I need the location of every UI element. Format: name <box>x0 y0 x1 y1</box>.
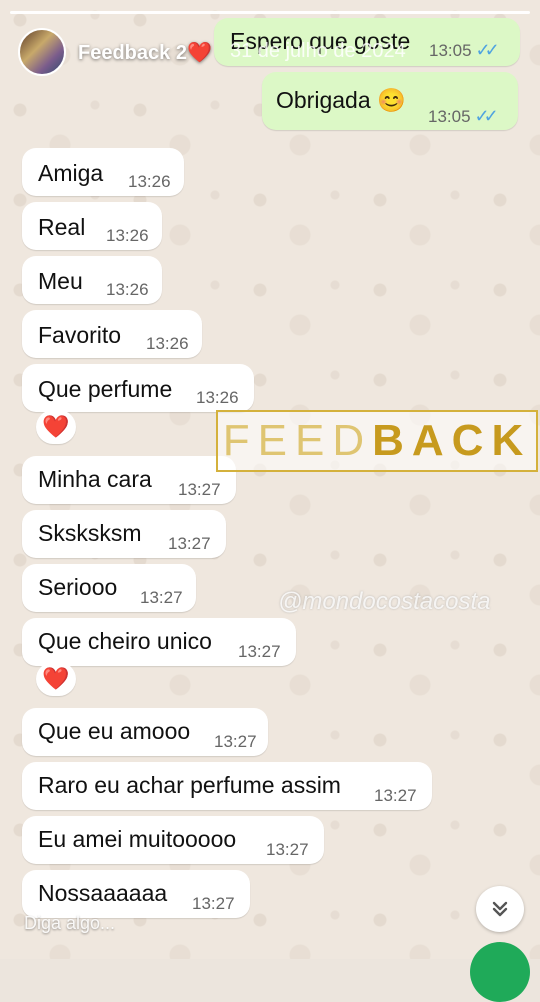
avatar[interactable] <box>18 28 66 76</box>
message-time: 13:05 ✓✓ <box>429 40 500 60</box>
message-time: 13:27 <box>374 786 417 805</box>
incoming-message[interactable]: Meu 13:26 <box>22 256 162 304</box>
sticker-text-bold: BACK <box>372 416 532 465</box>
message-time: 13:26 <box>146 334 189 353</box>
message-time: 13:26 <box>106 280 149 299</box>
story-title: Feedback 2❤️ <box>78 41 212 64</box>
message-time: 13:27 <box>192 894 235 913</box>
message-text: Favorito <box>38 322 122 348</box>
message-time: 13:26 <box>106 226 149 245</box>
incoming-message[interactable]: Favorito 13:26 <box>22 310 202 358</box>
outgoing-message[interactable]: Obrigada 😊 13:05 ✓✓ <box>262 72 518 130</box>
message-time: 13:27 <box>266 840 309 859</box>
incoming-message[interactable]: Seriooo 13:27 <box>22 564 196 612</box>
watermark-handle: @mondocostacosta <box>278 588 491 615</box>
heart-reaction-icon[interactable]: ❤️ <box>36 662 76 696</box>
message-time: 13:27 <box>168 534 211 553</box>
double-check-icon: ✓✓ <box>474 106 499 126</box>
message-time: 13:26 <box>128 172 171 191</box>
message-text: Eu amei muitooooo <box>38 826 237 852</box>
message-time: 13:05 ✓✓ <box>428 106 499 126</box>
message-text: Obrigada 😊 <box>276 87 406 113</box>
incoming-message[interactable]: Que perfume 13:26 <box>22 364 254 412</box>
message-text: Que eu amooo <box>38 718 191 744</box>
incoming-message[interactable]: Real 13:26 <box>22 202 162 250</box>
message-text: Seriooo <box>38 574 118 600</box>
story-progress-bar <box>10 11 530 14</box>
story-progress-segment <box>10 11 530 14</box>
sticker-text-light: FEED <box>222 416 373 465</box>
send-button[interactable] <box>470 942 530 1002</box>
incoming-message[interactable]: Sksksksm 13:27 <box>22 510 226 558</box>
message-text: Que cheiro unico <box>38 628 212 654</box>
message-time: 13:27 <box>238 642 281 661</box>
incoming-message[interactable]: Eu amei muitooooo 13:27 <box>22 816 324 864</box>
message-text: Sksksksm <box>38 520 142 546</box>
incoming-message[interactable]: Que eu amooo 13:27 <box>22 708 268 756</box>
message-text: Nossaaaaaa <box>38 880 168 906</box>
message-text: Que perfume <box>38 376 173 402</box>
incoming-message[interactable]: Raro eu achar perfume assim 13:27 <box>22 762 432 810</box>
message-text: Real <box>38 214 86 240</box>
feedback-sticker: FEED BACK <box>216 410 538 472</box>
message-text: Meu <box>38 268 83 294</box>
message-time: 13:27 <box>140 588 183 607</box>
incoming-message[interactable]: Minha cara 13:27 <box>22 456 236 504</box>
incoming-message[interactable]: Que cheiro unico 13:27 <box>22 618 296 666</box>
double-chevron-down-icon[interactable] <box>476 886 524 932</box>
double-check-icon: ✓✓ <box>475 40 500 60</box>
heart-reaction-icon[interactable]: ❤️ <box>36 410 76 444</box>
message-text: Raro eu achar perfume assim <box>38 772 341 798</box>
heart-icon: ❤️ <box>186 41 212 64</box>
message-time: 13:27 <box>178 480 221 499</box>
message-time: 13:27 <box>214 732 257 751</box>
reply-input[interactable]: Diga algo... <box>24 913 115 934</box>
story-header[interactable]: Feedback 2❤️ <box>18 28 212 76</box>
date-overlay: 31 de julho de 2024 <box>230 40 406 62</box>
message-time: 13:26 <box>196 388 239 407</box>
message-text: Amiga <box>38 160 104 186</box>
incoming-message[interactable]: Amiga 13:26 <box>22 148 184 196</box>
message-text: Minha cara <box>38 466 152 492</box>
incoming-message[interactable]: Nossaaaaaa 13:27 <box>22 870 250 918</box>
